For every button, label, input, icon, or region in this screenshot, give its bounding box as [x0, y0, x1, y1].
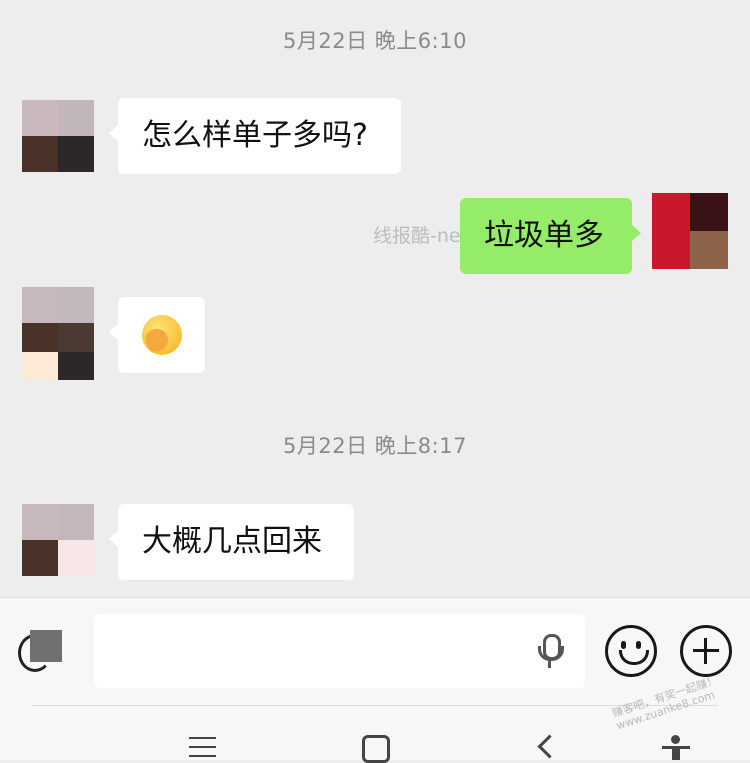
facepalm-emoji-icon	[141, 315, 182, 355]
message-input[interactable]	[94, 614, 585, 688]
contact-avatar[interactable]	[22, 100, 94, 172]
input-bar	[0, 597, 750, 706]
message-bubble-incoming[interactable]: 怎么样单子多吗?	[109, 98, 401, 174]
message-bubble-incoming[interactable]	[109, 297, 205, 373]
timestamp: 5月22日 晚上6:10	[283, 29, 467, 53]
contact-avatar-lower	[22, 323, 94, 380]
my-avatar[interactable]	[652, 193, 728, 269]
menu-icon[interactable]	[189, 737, 216, 757]
message-bubble-incoming[interactable]: 大概几点回来	[109, 504, 354, 580]
back-icon[interactable]	[537, 734, 562, 759]
message-text: 怎么样单子多吗?	[142, 118, 368, 153]
voice-icon[interactable]	[18, 630, 62, 672]
message-text: 大概几点回来	[142, 524, 322, 559]
accessibility-icon[interactable]	[662, 735, 690, 760]
plus-icon[interactable]	[680, 625, 732, 677]
home-icon[interactable]	[362, 735, 390, 763]
message-text: 垃圾单多	[484, 218, 604, 253]
emoji-icon[interactable]	[605, 625, 657, 677]
timestamp: 5月22日 晚上8:17	[283, 434, 467, 458]
message-bubble-outgoing[interactable]: 垃圾单多	[460, 198, 641, 274]
mic-icon[interactable]	[538, 634, 564, 668]
contact-avatar[interactable]	[22, 504, 94, 576]
